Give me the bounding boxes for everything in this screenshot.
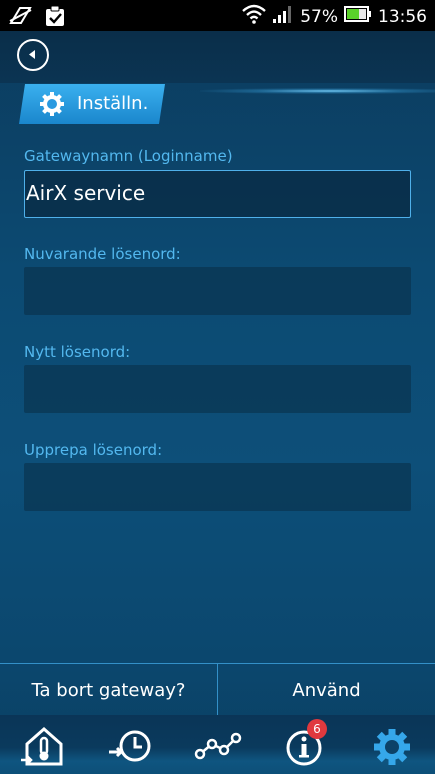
header-glow [200,88,435,94]
clock-time: 13:56 [378,6,427,27]
back-arrow-icon [29,50,35,59]
gateway-name-field[interactable]: AirX service [24,170,411,218]
current-password-label: Nuvarande lösenord: [24,245,181,263]
settings-gear-icon [374,729,410,765]
new-password-label: Nytt lösenord: [24,343,131,361]
battery-icon [344,4,372,29]
repeat-password-value [24,473,25,497]
info-notification-badge: 6 [307,719,327,739]
clipboard-check-icon [44,5,66,32]
status-bar: 57% 13:56 [0,0,435,31]
gateway-name-value: AirX service [26,181,146,205]
apply-button[interactable]: Använd [217,664,435,716]
new-password-field[interactable] [24,365,411,413]
repeat-password-label: Upprepa lösenord: [24,441,163,459]
nav-graph[interactable] [194,723,242,769]
cellular-signal-icon [272,4,294,29]
section-title: Inställn. [77,93,149,114]
nav-settings[interactable] [368,723,416,769]
wifi-icon [242,4,266,29]
back-button[interactable] [17,39,49,71]
action-buttons: Ta bort gateway? Använd [0,663,435,716]
bottom-nav [0,715,435,774]
home-temperature-icon [21,726,63,766]
nav-home-temperature[interactable] [20,723,68,769]
current-password-value [24,277,25,301]
settings-gear-icon [39,91,65,121]
current-password-field[interactable] [24,267,411,315]
gateway-name-label: Gatewaynamn (Loginname) [24,147,233,165]
settings-section-tab: Inställn. [19,84,165,124]
top-bar [0,31,435,83]
repeat-password-field[interactable] [24,463,411,511]
remove-gateway-button[interactable]: Ta bort gateway? [0,664,217,716]
history-clock-icon [109,730,151,762]
signal-off-notification-icon [8,5,34,32]
battery-percentage: 57% [300,6,338,27]
new-password-value [24,375,25,399]
nav-history[interactable] [106,723,154,769]
graph-icon [194,732,242,760]
